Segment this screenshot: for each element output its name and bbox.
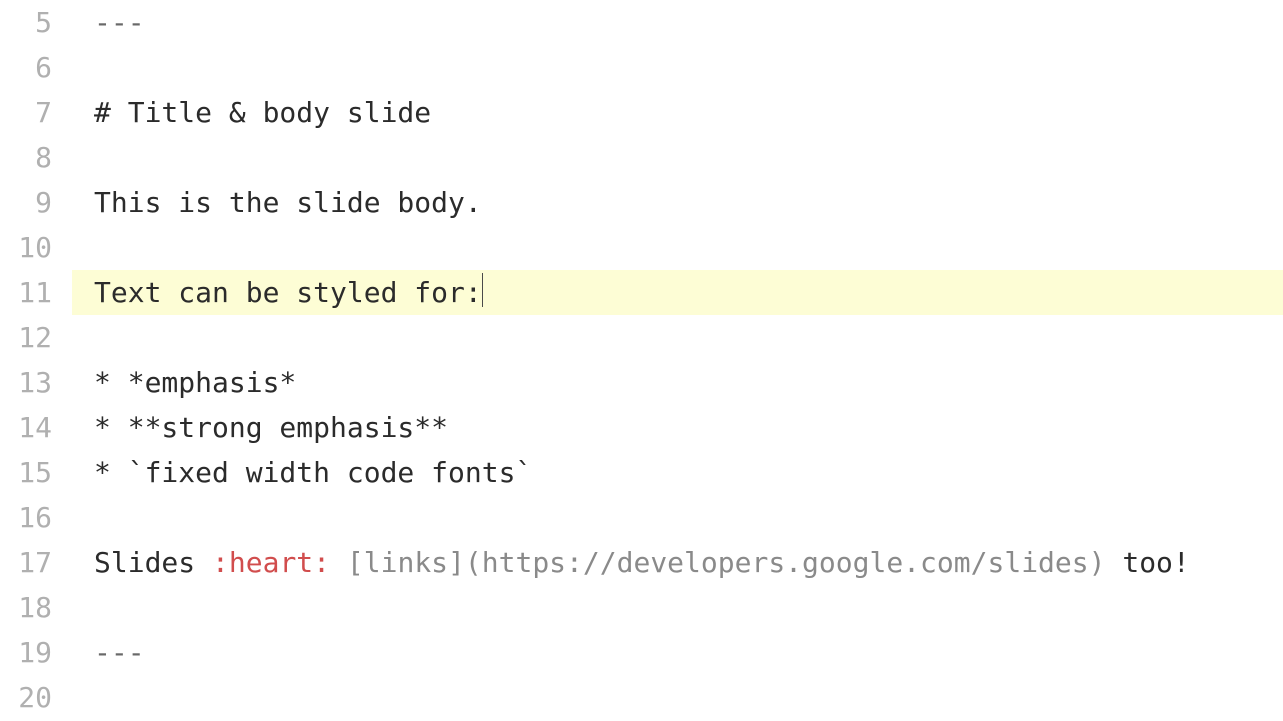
- code-segment: ---: [94, 636, 145, 669]
- line-number: 19: [0, 630, 72, 675]
- line-content[interactable]: * *emphasis*: [72, 360, 1283, 405]
- line-number: 12: [0, 315, 72, 360]
- line-number: 6: [0, 45, 72, 90]
- line-number: 8: [0, 135, 72, 180]
- code-segment: * `fixed width code fonts`: [94, 456, 532, 489]
- code-segment: :heart:: [212, 546, 330, 579]
- line-number: 9: [0, 180, 72, 225]
- line-number: 10: [0, 225, 72, 270]
- code-segment: * **strong emphasis**: [94, 411, 448, 444]
- code-line[interactable]: 20: [0, 675, 1283, 720]
- line-content[interactable]: ---: [72, 630, 1283, 675]
- code-line[interactable]: 7 # Title & body slide: [0, 90, 1283, 135]
- code-line[interactable]: 12: [0, 315, 1283, 360]
- text-cursor: [482, 273, 483, 307]
- code-segment: Slides: [94, 546, 212, 579]
- code-line[interactable]: 6: [0, 45, 1283, 90]
- code-line[interactable]: 18: [0, 585, 1283, 630]
- code-line[interactable]: 10: [0, 225, 1283, 270]
- line-number: 13: [0, 360, 72, 405]
- line-number: 14: [0, 405, 72, 450]
- code-line[interactable]: 16: [0, 495, 1283, 540]
- line-content[interactable]: Slides :heart: [links](https://developer…: [72, 540, 1283, 585]
- line-number: 17: [0, 540, 72, 585]
- line-number: 16: [0, 495, 72, 540]
- code-line[interactable]: 8: [0, 135, 1283, 180]
- line-number: 15: [0, 450, 72, 495]
- line-content[interactable]: This is the slide body.: [72, 180, 1283, 225]
- code-line[interactable]: 5 ---: [0, 0, 1283, 45]
- line-content[interactable]: # Title & body slide: [72, 90, 1283, 135]
- code-segment: # Title & body slide: [94, 96, 431, 129]
- line-number: 7: [0, 90, 72, 135]
- code-line[interactable]: 11 Text can be styled for:: [0, 270, 1283, 315]
- code-segment: This is the slide body.: [94, 186, 482, 219]
- code-line[interactable]: 17Slides :heart: [links](https://develop…: [0, 540, 1283, 585]
- code-segment: [links](https://developers.google.com/sl…: [347, 546, 1106, 579]
- code-segment: Text can be styled for:: [94, 276, 482, 309]
- code-editor[interactable]: 5 --- 67 # Title & body slide 89 This is the …: [0, 0, 1283, 721]
- line-content[interactable]: Text can be styled for:: [72, 270, 1283, 315]
- code-line[interactable]: 19 ---: [0, 630, 1283, 675]
- code-segment: * *emphasis*: [94, 366, 296, 399]
- line-content[interactable]: ---: [72, 0, 1283, 45]
- code-line[interactable]: 13 * *emphasis*: [0, 360, 1283, 405]
- code-segment: [330, 546, 347, 579]
- line-content[interactable]: * `fixed width code fonts`: [72, 450, 1283, 495]
- code-segment: too!: [1105, 546, 1189, 579]
- code-segment: ---: [94, 6, 145, 39]
- code-line[interactable]: 15 * `fixed width code fonts`: [0, 450, 1283, 495]
- line-number: 18: [0, 585, 72, 630]
- line-content[interactable]: * **strong emphasis**: [72, 405, 1283, 450]
- code-line[interactable]: 14 * **strong emphasis**: [0, 405, 1283, 450]
- line-number: 5: [0, 0, 72, 45]
- line-number: 20: [0, 675, 72, 720]
- code-line[interactable]: 9 This is the slide body.: [0, 180, 1283, 225]
- line-number: 11: [0, 270, 72, 315]
